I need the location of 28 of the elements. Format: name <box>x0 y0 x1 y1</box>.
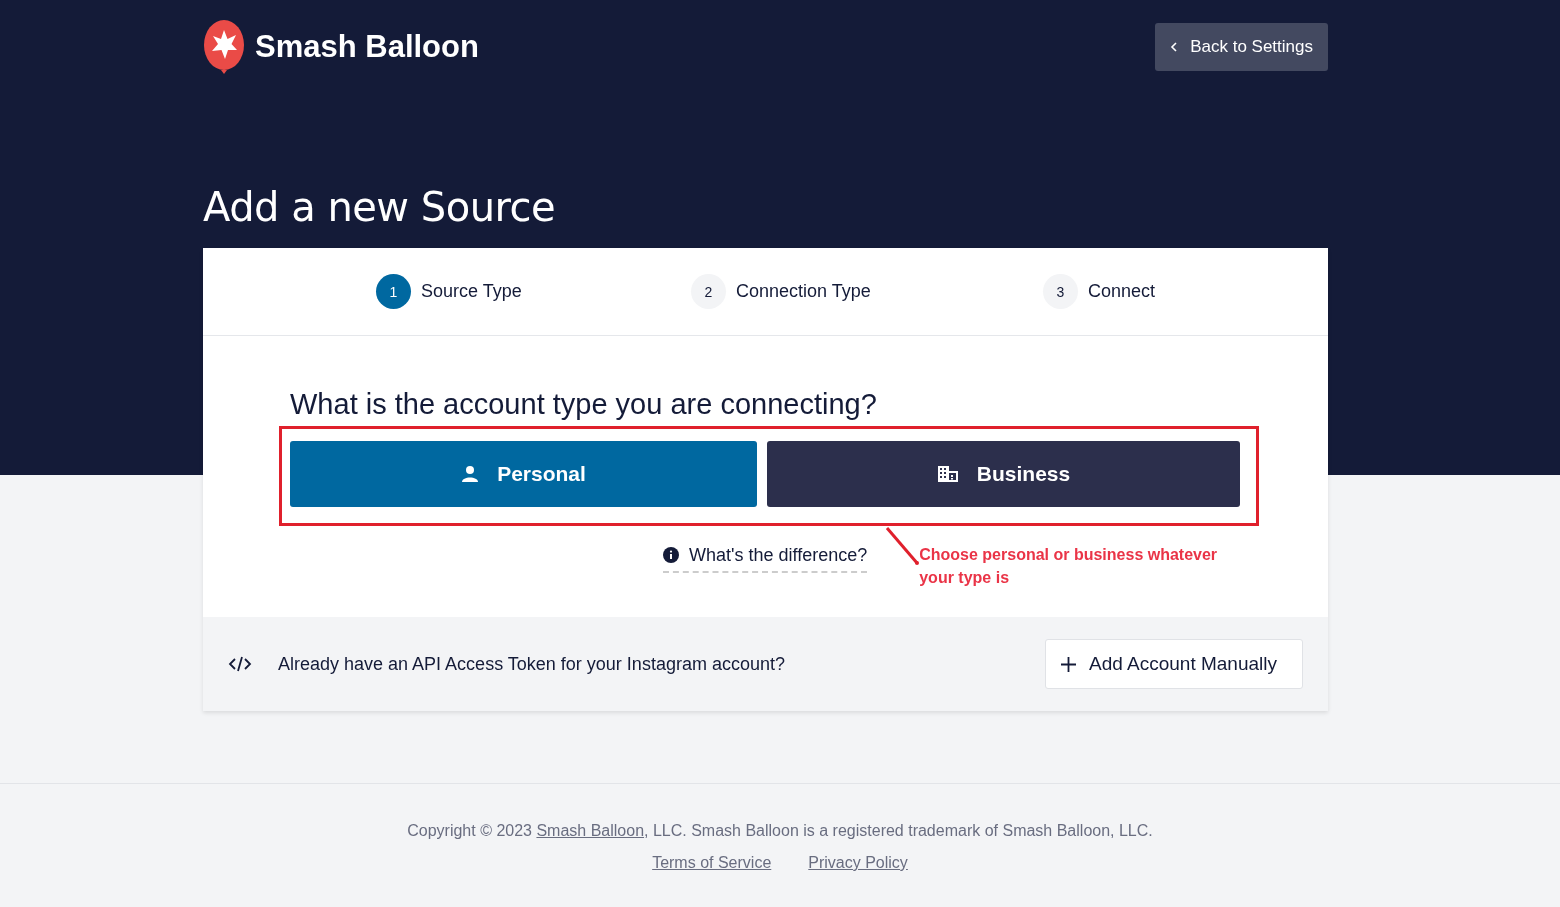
building-icon <box>936 465 959 483</box>
step-label[interactable]: Connect <box>1088 281 1156 302</box>
personal-button[interactable]: Personal <box>290 441 757 507</box>
api-token-question: Already have an API Access Token for your Instagram account? <box>278 653 785 675</box>
chevron-left-icon <box>1170 42 1179 52</box>
step-number: 3 <box>1043 274 1078 309</box>
code-icon <box>228 656 252 672</box>
business-button[interactable]: Business <box>767 441 1240 507</box>
step-label[interactable]: Source Type <box>421 281 522 302</box>
step-label[interactable]: Connection Type <box>736 281 871 302</box>
balloon-logo-icon <box>203 19 245 75</box>
plus-icon <box>1061 656 1076 672</box>
brand-name: Smash Balloon <box>255 29 479 65</box>
annotation-text: Choose personal or business whatever your type is <box>919 545 1219 588</box>
step-number: 2 <box>691 274 726 309</box>
page-title: Add a new Source <box>203 187 557 227</box>
add-account-manually-button[interactable]: Add Account Manually <box>1045 639 1303 689</box>
step-number: 1 <box>376 274 411 309</box>
copyright-text: Copyright © 2023 Smash Balloon, LLC. Smash Balloon is a registered trademark of Smash Balloon, LLC. <box>406 822 1154 840</box>
back-to-settings-button[interactable]: Back to Settings <box>1155 23 1328 71</box>
footer-link[interactable]: Privacy Policy <box>808 854 908 872</box>
smash-balloon-link[interactable]: Smash Balloon <box>536 822 645 839</box>
whats-the-difference-link[interactable]: What's the difference? <box>663 543 868 573</box>
person-icon <box>461 465 480 483</box>
question-heading: What is the account type you are connecting? <box>290 388 878 421</box>
leader-line <box>885 526 921 566</box>
footer-link[interactable]: Terms of Service <box>652 854 772 872</box>
info-icon <box>663 547 679 563</box>
